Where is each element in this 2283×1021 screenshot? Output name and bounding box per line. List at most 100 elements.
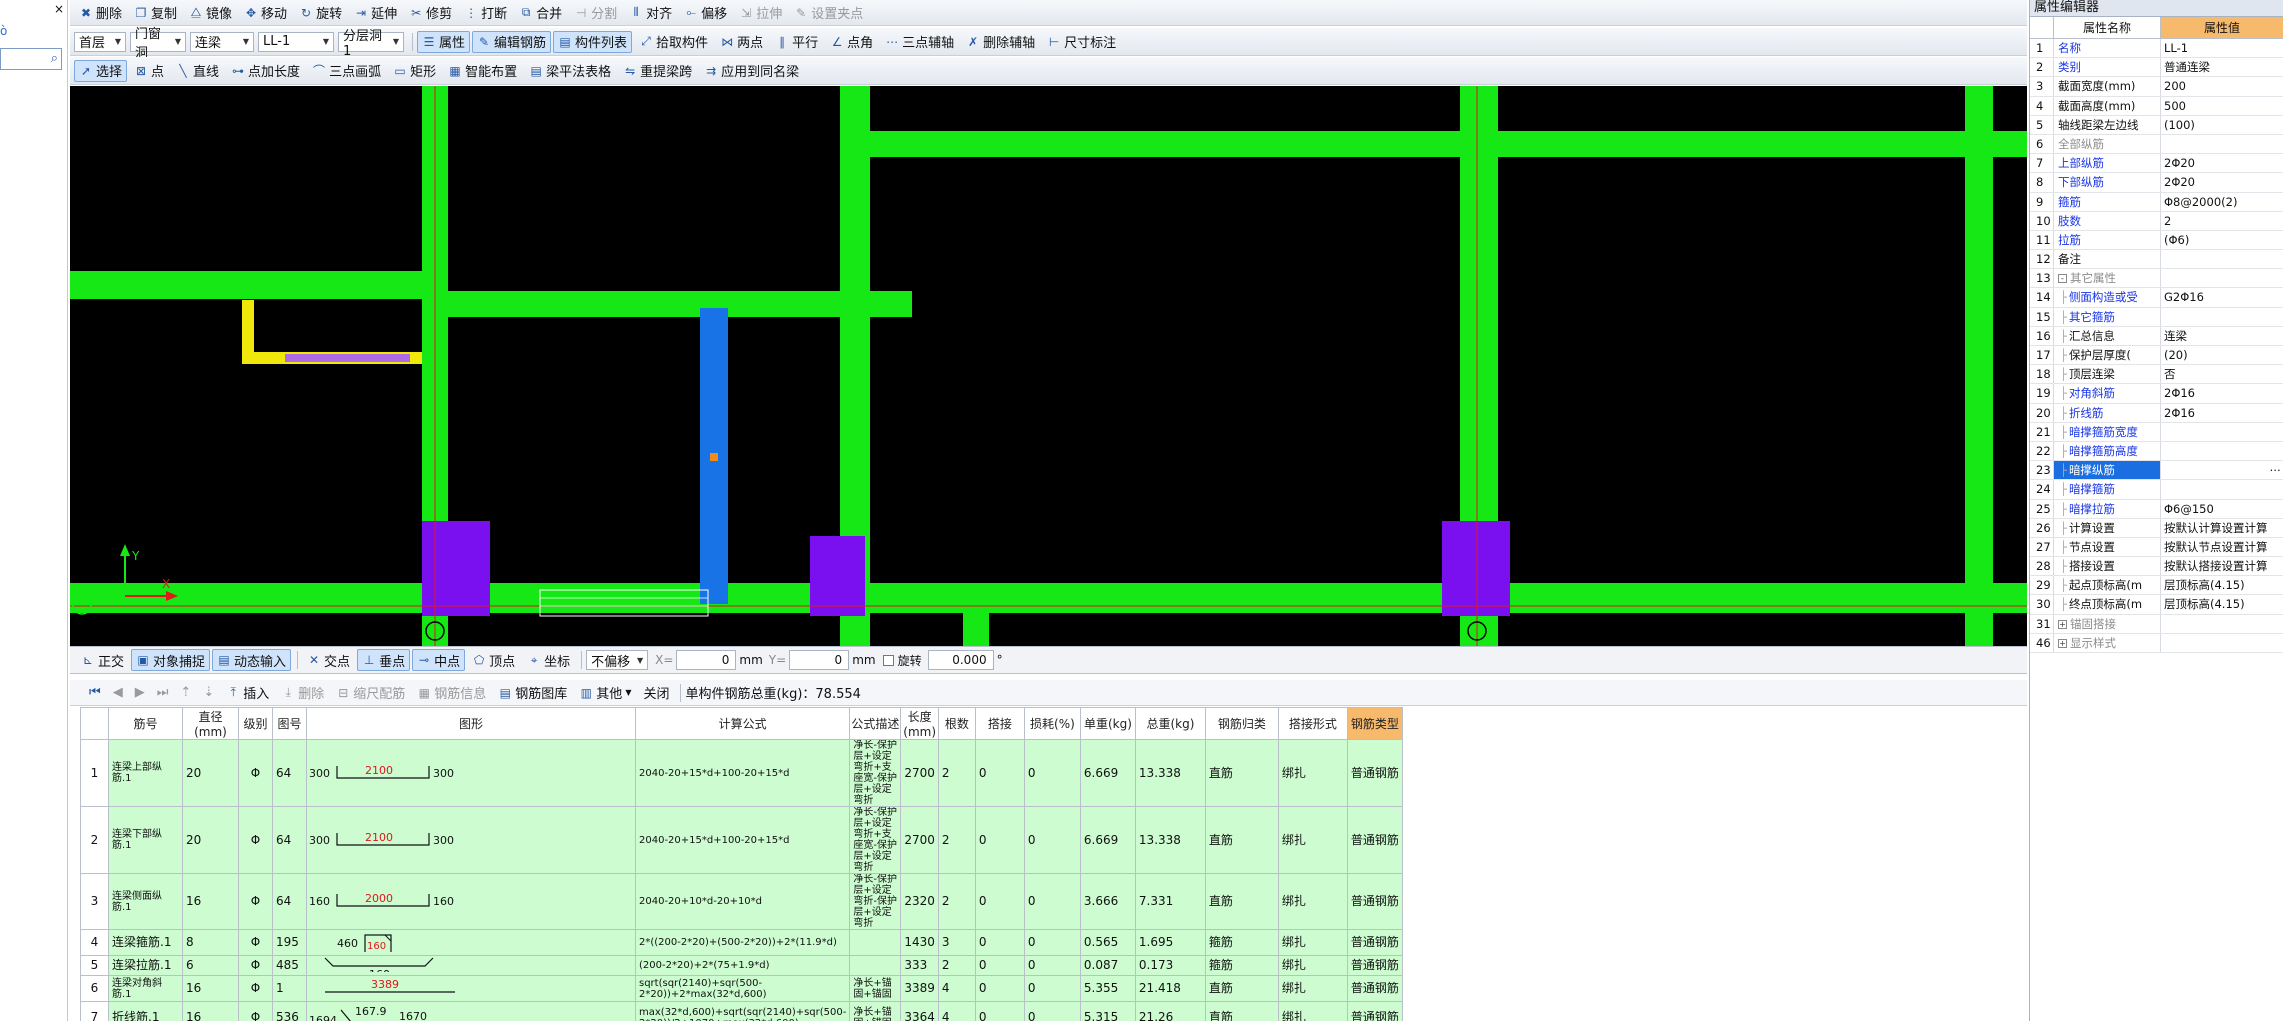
cell-lap[interactable]: 0 bbox=[974, 955, 1025, 976]
copy-button[interactable]: ❐ 复制 bbox=[129, 2, 182, 24]
table-row[interactable]: 3 连梁侧面纵筋.1 16 Φ 64 160 2000 160 2040-20+10*d-20+… bbox=[80, 873, 1403, 930]
property-name[interactable]: + 锚固搭接 bbox=[2054, 614, 2161, 633]
property-name[interactable]: ├ 暗撑纵筋 bbox=[2054, 461, 2161, 480]
dynamic-input-toggle[interactable]: ▤ 动态输入 bbox=[212, 649, 292, 671]
cell-name[interactable]: 连梁侧面纵筋.1 bbox=[108, 873, 183, 930]
property-row[interactable]: 3 截面宽度(mm) 200 bbox=[2030, 77, 2283, 97]
cell-len[interactable]: 2700 bbox=[900, 806, 939, 874]
object-snap-toggle[interactable]: ▣ 对象捕捉 bbox=[131, 649, 211, 671]
cell-tw[interactable]: 0.173 bbox=[1134, 955, 1206, 976]
property-name[interactable]: 箍筋 bbox=[2054, 192, 2161, 211]
ortho-toggle[interactable]: ⊾ 正交 bbox=[76, 649, 129, 671]
cell-uw[interactable]: 6.669 bbox=[1079, 806, 1136, 874]
smart-layout-button[interactable]: ▦ 智能布置 bbox=[443, 60, 522, 82]
property-name[interactable]: ├ 起点顶标高(m bbox=[2054, 576, 2161, 595]
floor-select[interactable]: 首层 ▼ bbox=[74, 31, 126, 52]
cell-cls[interactable]: 直筋 bbox=[1204, 975, 1279, 1002]
cell-name[interactable]: 连梁拉筋.1 bbox=[108, 955, 183, 976]
property-row[interactable]: 22 ├ 暗撑箍筋高度 bbox=[2030, 441, 2283, 462]
property-value[interactable] bbox=[2161, 480, 2283, 498]
property-row[interactable]: 2 类别 普通连梁 bbox=[2030, 58, 2283, 78]
property-value[interactable]: ⋯ bbox=[2161, 461, 2283, 479]
rotate-checkbox[interactable] bbox=[882, 654, 894, 666]
property-name[interactable]: 截面宽度(mm) bbox=[2054, 77, 2161, 96]
cell-tw[interactable]: 21.26 bbox=[1134, 1001, 1206, 1021]
property-value[interactable]: (Φ6) bbox=[2161, 231, 2283, 249]
arc-button[interactable]: ⌒ 三点画弧 bbox=[307, 60, 386, 82]
property-value[interactable]: (100) bbox=[2161, 116, 2283, 134]
property-row[interactable]: 18 ├ 顶层连梁否 bbox=[2030, 365, 2283, 385]
cell-cnt[interactable]: 2 bbox=[937, 739, 976, 807]
cell-desc[interactable]: 净长-保护层+设定弯折+支座宽-保护层+设定弯折 bbox=[849, 806, 902, 874]
property-value[interactable] bbox=[2161, 615, 2283, 633]
cell-type[interactable]: 普通钢筋 bbox=[1346, 975, 1403, 1002]
cell-fig[interactable]: 64 bbox=[272, 739, 307, 807]
cell-grade[interactable]: Φ bbox=[238, 1001, 273, 1021]
property-name[interactable]: 名称 bbox=[2054, 39, 2161, 58]
cell-formula[interactable]: (200-2*20)+2*(75+1.9*d) bbox=[634, 955, 851, 976]
search-icon[interactable]: ⌕ bbox=[51, 51, 58, 66]
cell-formula[interactable]: max(32*d,600)+sqrt(sqr(2140)+sqr(500-2*2… bbox=[634, 1001, 851, 1021]
property-name[interactable]: ├ 暗撑箍筋 bbox=[2054, 480, 2161, 499]
more-icon[interactable]: ⋯ bbox=[2270, 461, 2282, 479]
property-row[interactable]: 8 下部纵筋 2Φ20 bbox=[2030, 173, 2283, 193]
set-point-button[interactable]: ✎ 设置夹点 bbox=[789, 2, 868, 24]
cell-grade[interactable]: Φ bbox=[238, 806, 273, 874]
cell-formula[interactable]: 2*((200-2*20)+(500-2*20))+2*(11.9*d) bbox=[634, 929, 851, 956]
header-cell[interactable]: 图形 bbox=[306, 707, 636, 740]
cell-fig[interactable]: 536 bbox=[272, 1001, 307, 1021]
cell-d[interactable]: 16 bbox=[182, 975, 239, 1002]
cell-grade[interactable]: Φ bbox=[238, 955, 273, 976]
property-name[interactable]: ├ 其它箍筋 bbox=[2054, 307, 2161, 326]
property-value[interactable]: G2Φ16 bbox=[2161, 288, 2283, 306]
cell-tw[interactable]: 1.695 bbox=[1134, 929, 1206, 956]
property-row[interactable]: 23 ├ 暗撑纵筋 ⋯ bbox=[2030, 461, 2283, 481]
header-cell[interactable]: 长度(mm) bbox=[900, 707, 939, 740]
cell-d[interactable]: 6 bbox=[182, 955, 239, 976]
edit-rebar-button[interactable]: ✎ 编辑钢筋 bbox=[472, 30, 552, 53]
beam[interactable] bbox=[70, 583, 2027, 613]
midpoint-toggle[interactable]: ⊸ 中点 bbox=[412, 649, 466, 671]
beam[interactable] bbox=[963, 613, 989, 646]
cell-formula[interactable]: sqrt(sqr(2140)+sqr(500-2*20))+2*max(32*d… bbox=[634, 975, 851, 1002]
property-value[interactable]: 按默认计算设置计算 bbox=[2161, 519, 2283, 537]
header-cell[interactable]: 单重(kg) bbox=[1079, 707, 1136, 740]
cell-lapf[interactable]: 绑扎 bbox=[1277, 739, 1348, 807]
pick-component-button[interactable]: ⤢ 拾取构件 bbox=[634, 31, 713, 53]
layer-select[interactable]: 分层洞1 ▼ bbox=[338, 29, 404, 59]
cell-cls[interactable]: 箍筋 bbox=[1204, 929, 1279, 956]
property-row[interactable]: 25 ├ 暗撑拉筋 Φ6@150 bbox=[2030, 499, 2283, 519]
cell-uw[interactable]: 6.669 bbox=[1079, 739, 1136, 807]
search-input[interactable]: ⌕ bbox=[0, 48, 62, 70]
header-cell[interactable]: 直径(mm) bbox=[182, 707, 239, 740]
property-name[interactable]: ├ 计算设置 bbox=[2054, 518, 2161, 537]
property-row[interactable]: 6 全部纵筋 bbox=[2030, 134, 2283, 155]
cell-lap[interactable]: 0 bbox=[974, 975, 1025, 1002]
beam[interactable] bbox=[422, 291, 912, 317]
table-row[interactable]: 6 连梁对角斜筋.1 16 Φ 1 3389 sqrt(sqr(2140)+sqr(500-… bbox=[80, 975, 1403, 1002]
shape-cell[interactable]: 3389 bbox=[306, 975, 636, 1002]
property-name[interactable]: ├ 终点顶标高(m bbox=[2054, 595, 2161, 614]
opening[interactable] bbox=[242, 300, 254, 360]
property-value[interactable]: LL-1 bbox=[2161, 39, 2283, 57]
property-row[interactable]: 5 轴线距梁左边线 (100) bbox=[2030, 115, 2283, 135]
cell-cls[interactable]: 直筋 bbox=[1204, 806, 1279, 874]
rotate-button[interactable]: ↻ 旋转 bbox=[294, 2, 347, 24]
shape-cell[interactable]: 1694 167.9 1670 bbox=[306, 1001, 636, 1021]
cell-formula[interactable]: 2040-20+10*d-20+10*d bbox=[634, 873, 851, 930]
cell-lap[interactable]: 0 bbox=[974, 739, 1025, 807]
link-beam[interactable] bbox=[285, 354, 410, 362]
property-name[interactable]: 拉筋 bbox=[2054, 230, 2161, 250]
property-value[interactable] bbox=[2161, 634, 2283, 652]
property-row[interactable]: 46 + 显示样式 bbox=[2030, 633, 2283, 653]
header-cell[interactable]: 计算公式 bbox=[634, 707, 851, 740]
close-icon[interactable]: × bbox=[54, 2, 64, 16]
property-value[interactable]: 按默认节点设置计算 bbox=[2161, 538, 2283, 556]
cell-lapf[interactable]: 绑扎 bbox=[1277, 806, 1348, 874]
property-value[interactable]: 层顶标高(4.15) bbox=[2161, 576, 2283, 594]
cell-cls[interactable]: 直筋 bbox=[1204, 739, 1279, 807]
cell-desc[interactable] bbox=[849, 929, 902, 956]
next-icon[interactable]: ▶ bbox=[130, 682, 150, 704]
last-icon[interactable]: ⏭ bbox=[152, 682, 174, 704]
rebar-table[interactable]: 筋号 直径(mm) 级别 图号 图形 计算公式 公式描述 长度(mm) 根数 搭接 损耗(%) 单重(… bbox=[80, 707, 1403, 1021]
